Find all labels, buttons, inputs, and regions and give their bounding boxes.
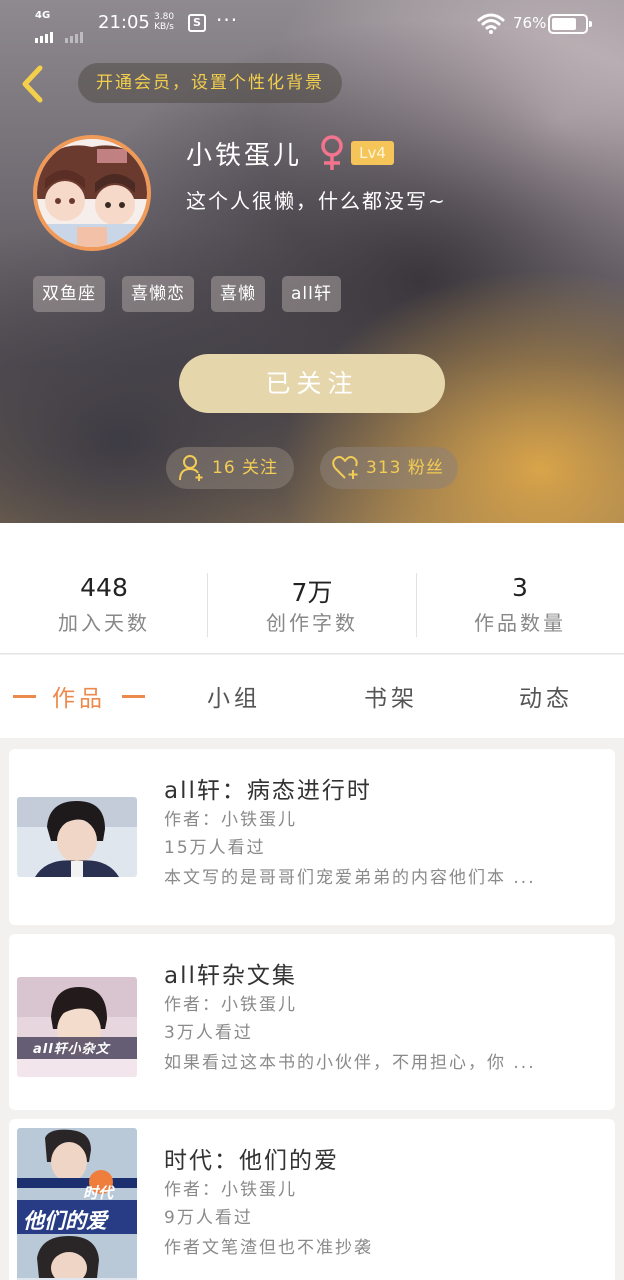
tag[interactable]: 喜懒: [211, 276, 265, 312]
work-author: 作者：小铁蛋儿: [164, 1180, 297, 1200]
network-type: 4G: [35, 10, 51, 21]
user-add-icon: [179, 455, 203, 481]
tag-list: 双鱼座 喜懒恋 喜懒 all轩: [33, 276, 341, 312]
signal-icon: [35, 22, 85, 43]
nickname: 小铁蛋儿: [186, 141, 303, 171]
tag[interactable]: all轩: [282, 276, 341, 312]
avatar[interactable]: [33, 135, 151, 251]
work-card[interactable]: 时代 他们的爱 时代：他们的爱 作者：小铁蛋儿 9万人看过 作者文笔渣但也不准抄…: [9, 1119, 615, 1280]
cover-title-bottom: 他们的爱: [23, 1209, 107, 1233]
level-badge: Lv4: [351, 141, 394, 165]
work-card[interactable]: all轩：病态进行时 作者：小铁蛋儿 15万人看过 本文写的是哥哥们宠爱弟弟的内…: [9, 749, 615, 925]
tab-works[interactable]: 作品: [52, 679, 106, 713]
cover-title: all轩小杂文: [33, 1042, 110, 1057]
battery-icon: [548, 14, 592, 34]
work-title: all轩杂文集: [164, 963, 297, 989]
tag[interactable]: 喜懒恋: [122, 276, 194, 312]
work-cover: 时代 他们的爱: [17, 1128, 137, 1280]
stat-label: 加入天数: [58, 611, 150, 635]
avatar-illustration: [37, 139, 147, 247]
active-tab-indicator: [122, 695, 145, 698]
battery-fill: [552, 18, 576, 30]
speed-unit: KB/s: [154, 22, 174, 32]
cover-image: [17, 797, 137, 877]
heart-add-icon: [332, 456, 358, 479]
vip-background-prompt[interactable]: 开通会员，设置个性化背景: [78, 63, 342, 103]
bio: 这个人很懒，什么都没写~: [186, 189, 447, 213]
cover-image: [17, 977, 137, 1077]
work-summary: 如果看过这本书的小伙伴，不用担心，你 ...: [164, 1053, 536, 1073]
back-arrow-icon[interactable]: [18, 64, 48, 104]
clock: 21:05: [98, 12, 150, 33]
speed-value: 3.80: [154, 12, 175, 22]
battery-percent: 76%: [513, 14, 547, 32]
work-views: 3万人看过: [164, 1023, 253, 1043]
fans-button[interactable]: 313 粉丝: [320, 447, 458, 489]
work-cover: all轩小杂文: [17, 977, 137, 1077]
work-author: 作者：小铁蛋儿: [164, 810, 297, 830]
follow-button[interactable]: 已关注: [179, 354, 445, 413]
work-views: 9万人看过: [164, 1208, 253, 1228]
work-author: 作者：小铁蛋儿: [164, 995, 297, 1015]
work-card[interactable]: all轩小杂文 all轩杂文集 作者：小铁蛋儿 3万人看过 如果看过这本书的小伙…: [9, 934, 615, 1110]
fans-count: 313 粉丝: [366, 458, 444, 478]
profile-header: 4G 21:05 3.80 KB/s S ··· 76% 开通会员，设置个性化背…: [0, 0, 624, 523]
screenshot-icon: S: [188, 14, 206, 32]
stats-bar: 448 加入天数 7万 创作字数 3 作品数量: [0, 523, 624, 654]
work-summary: 本文写的是哥哥们宠爱弟弟的内容他们本 ...: [164, 868, 536, 888]
tab-bar: 作品 小组 书架 动态: [0, 655, 624, 738]
work-summary: 作者文笔渣但也不准抄袭: [164, 1238, 373, 1258]
tab-activity[interactable]: 动态: [519, 679, 573, 713]
stat-works: 3 作品数量: [416, 573, 624, 636]
stat-value: 3: [512, 573, 528, 602]
stat-label: 创作字数: [266, 611, 358, 635]
wifi-icon: [477, 13, 505, 34]
more-notifications-icon: ···: [216, 8, 239, 32]
stat-words: 7万 创作字数: [208, 573, 416, 636]
tag[interactable]: 双鱼座: [33, 276, 105, 312]
stat-label: 作品数量: [474, 611, 566, 635]
following-button[interactable]: 16 关注: [166, 447, 294, 489]
cover-title-top: 时代: [83, 1184, 114, 1202]
following-count: 16 关注: [212, 458, 279, 478]
active-tab-indicator: [13, 695, 36, 698]
work-title: 时代：他们的爱: [164, 1148, 339, 1174]
female-icon: [321, 135, 343, 170]
work-title: all轩：病态进行时: [164, 778, 372, 804]
status-bar: 4G 21:05 3.80 KB/s S ··· 76%: [0, 0, 624, 48]
cover-image: [17, 1128, 137, 1280]
network-speed: 3.80 KB/s: [154, 12, 174, 32]
stat-value: 448: [80, 573, 128, 602]
stat-days: 448 加入天数: [0, 573, 208, 636]
tab-bookshelf[interactable]: 书架: [364, 679, 418, 713]
tab-groups[interactable]: 小组: [207, 679, 261, 713]
stat-value: 7万: [291, 578, 333, 607]
work-cover: [17, 797, 137, 877]
work-views: 15万人看过: [164, 838, 266, 858]
